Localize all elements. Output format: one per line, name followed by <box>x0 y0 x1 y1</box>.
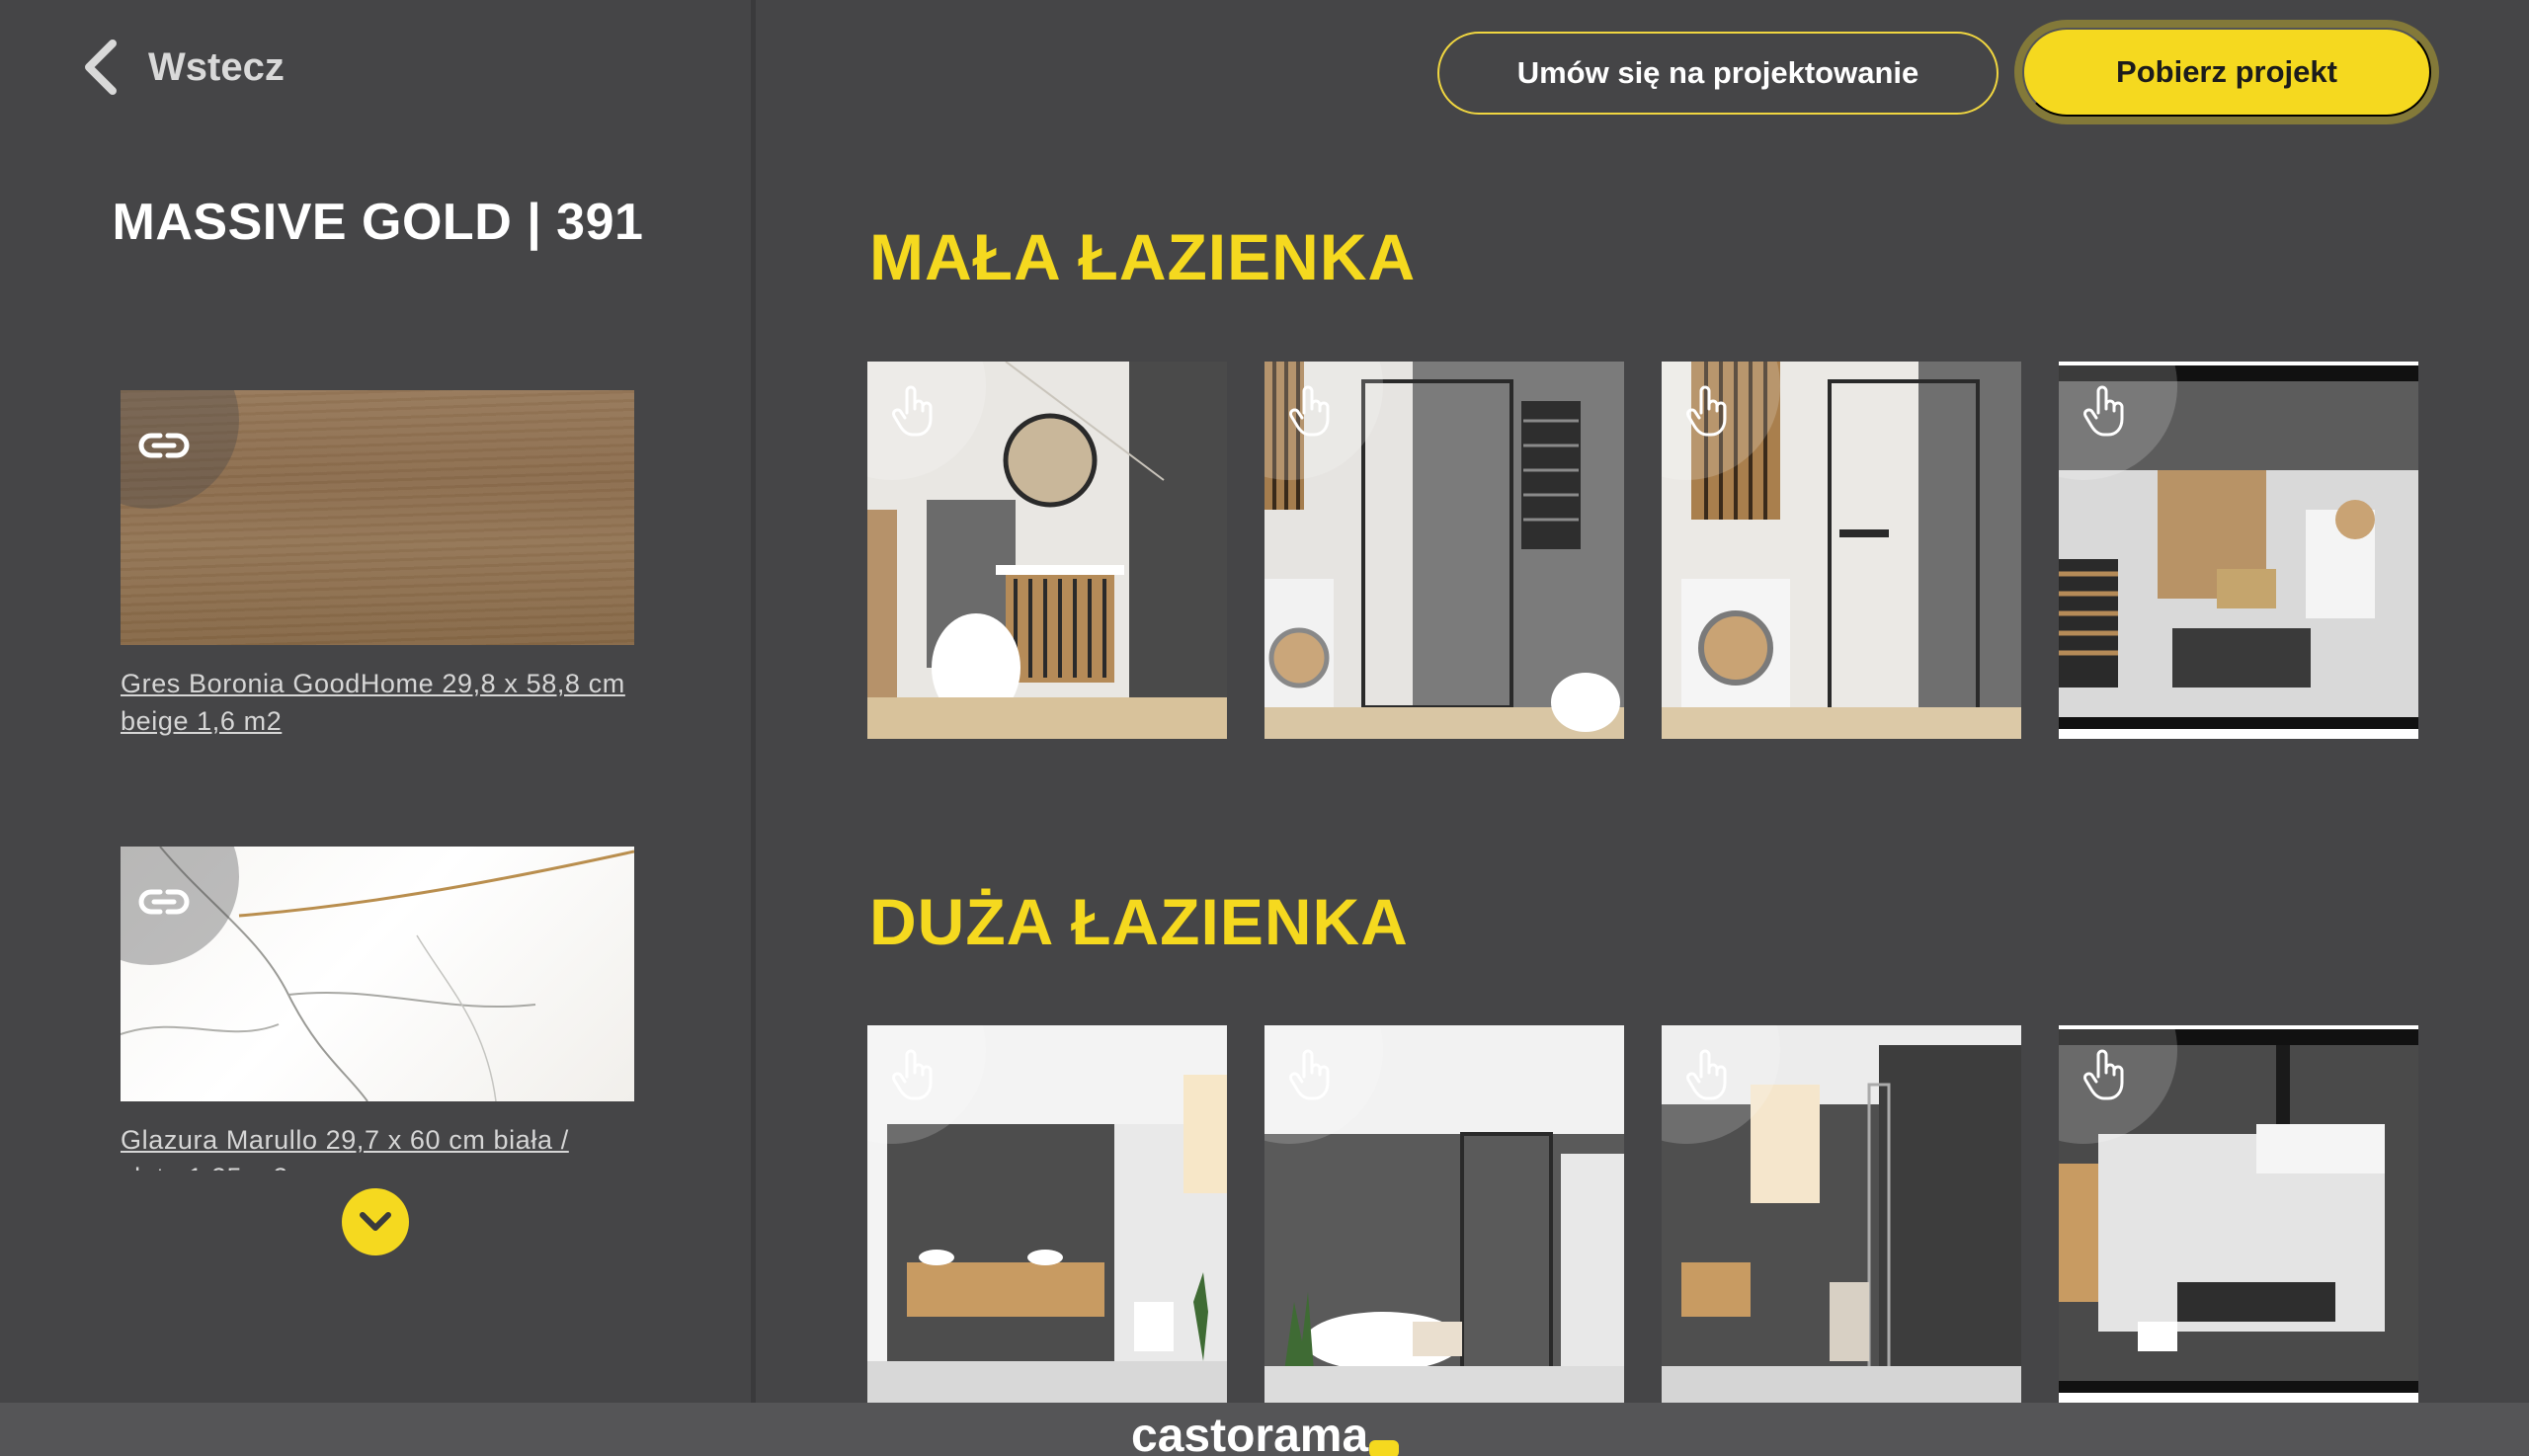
hand-pointer-icon <box>1686 1049 1727 1100</box>
hand-pointer-icon <box>1289 1049 1330 1100</box>
app: Wstecz MASSIVE GOLD | 391 Gres Boronia G… <box>0 0 2529 1456</box>
back-link[interactable]: Wstecz <box>77 38 285 97</box>
scroll-down-button[interactable] <box>342 1188 409 1255</box>
section-title-small-bathroom: MAŁA ŁAZIENKA <box>869 220 1417 293</box>
section-title-large-bathroom: DUŻA ŁAZIENKA <box>869 885 1409 958</box>
chevron-down-icon <box>360 1212 391 1231</box>
hand-pointer-icon <box>892 385 933 437</box>
gallery-tile[interactable] <box>2059 362 2418 739</box>
hand-pointer-icon <box>2083 385 2124 437</box>
product-swatch[interactable] <box>121 390 634 645</box>
gallery-tile[interactable] <box>1662 1025 2021 1403</box>
product-name-link[interactable]: Gres Boronia GoodHome 29,8 x 58,8 cm bei… <box>121 665 634 740</box>
gallery-tile[interactable] <box>1264 1025 1624 1403</box>
schedule-design-button[interactable]: Umów się na projektowanie <box>1437 32 1999 115</box>
gallery-tile[interactable] <box>2059 1025 2418 1403</box>
product-list[interactable]: Gres Boronia GoodHome 29,8 x 58,8 cm bei… <box>0 390 756 1171</box>
back-label: Wstecz <box>148 44 285 89</box>
collection-title: MASSIVE GOLD | 391 <box>112 194 644 251</box>
hand-pointer-icon <box>1289 385 1330 437</box>
footer: castorama <box>0 1403 2529 1456</box>
sidebar: Wstecz MASSIVE GOLD | 391 Gres Boronia G… <box>0 0 756 1403</box>
gallery-tile[interactable] <box>1264 362 1624 739</box>
main-content: Umów się na projektowanie Pobierz projek… <box>761 0 2529 1403</box>
product-card[interactable]: Gres Boronia GoodHome 29,8 x 58,8 cm bei… <box>121 390 634 740</box>
hand-pointer-icon <box>2083 1049 2124 1100</box>
gallery-tile[interactable] <box>867 362 1227 739</box>
brand-logo: castorama <box>1131 1410 1369 1456</box>
brand-logo-mark <box>1369 1440 1399 1456</box>
hand-pointer-icon <box>1686 385 1727 437</box>
chevron-left-icon <box>85 40 117 95</box>
link-icon <box>138 889 190 915</box>
gallery-tile[interactable] <box>1662 362 2021 739</box>
product-card[interactable]: Glazura Marullo 29,7 x 60 cm biała / zło… <box>121 847 634 1171</box>
link-icon <box>138 433 190 458</box>
hand-pointer-icon <box>892 1049 933 1100</box>
product-swatch[interactable] <box>121 847 634 1101</box>
gallery-tile[interactable] <box>867 1025 1227 1403</box>
gallery-small-bathroom <box>867 362 2418 739</box>
download-project-button[interactable]: Pobierz projekt <box>2022 28 2431 117</box>
gallery-large-bathroom <box>867 1025 2418 1403</box>
product-name-link[interactable]: Glazura Marullo 29,7 x 60 cm biała / zło… <box>121 1121 634 1171</box>
